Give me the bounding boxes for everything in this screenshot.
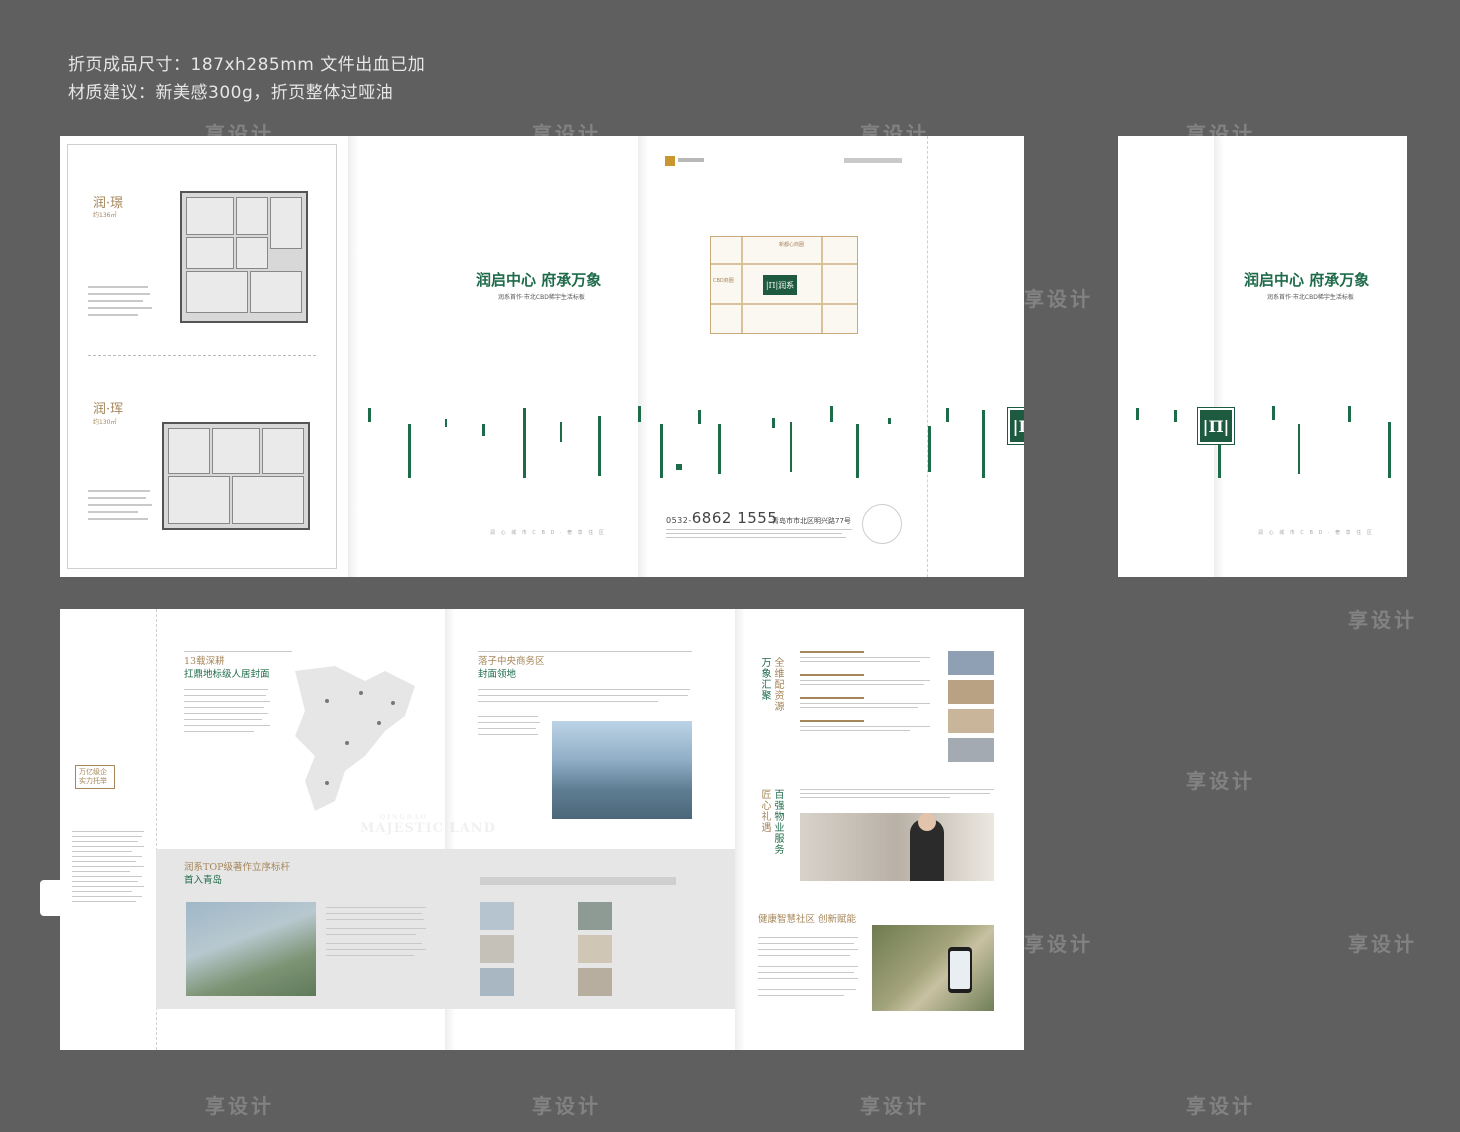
phone-number[interactable]: 0532-6862 1555 — [666, 509, 777, 527]
project-render-photo — [186, 902, 316, 996]
inside-spread: 万亿级企 实力托举 13载深耕 扛鼎地标级人居封面 QINGDAO MAJESTI… — [60, 609, 1024, 1050]
spec-material-line: 材质建议：新美感300g，折页整体过哑油 — [68, 83, 394, 103]
corporate-tag: 万亿级企 实力托举 — [75, 765, 115, 789]
cover-closed-logo: |П| — [1198, 408, 1234, 444]
cover-footer: 润 心 城 市 C B D · 奢 享 住 区 — [490, 530, 606, 536]
floorplan-2 — [162, 422, 310, 530]
plan2-area: 约130㎡ — [93, 419, 117, 426]
map-left-label: CBD商圈 — [713, 278, 734, 284]
cover-closed-subtitle: 润系首作·市北CBD稀宇生活标板 — [1267, 294, 1354, 301]
qingdao-map — [295, 666, 415, 811]
cover-title: 润启中心 府承万象 — [476, 271, 602, 289]
cover-closed: 润启中心 府承万象 润系首作·市北CBD稀宇生活标板 润 心 城 市 C B D… — [1118, 136, 1407, 577]
section6-title: 健康智慧社区 创新赋能 — [758, 914, 857, 925]
map-top-label: 新都心商圈 — [779, 242, 805, 248]
brand-logo-left — [665, 156, 675, 166]
cover-closed-stripes — [1118, 404, 1407, 478]
section2-title: 落子中央商务区 封面领地 — [478, 656, 545, 680]
section1-title: 13载深耕 扛鼎地标级人居封面 — [184, 656, 270, 680]
folding-tab — [40, 880, 62, 916]
seal-circle — [862, 504, 902, 544]
brand-logo-tab: |П| — [1008, 408, 1024, 444]
section3-title: 润系TOP级著作立序标杆 首入青岛 — [184, 862, 291, 886]
brand-stripe-band — [360, 404, 1010, 478]
location-map: |П|润系 CBD商圈 新都心商圈 — [710, 236, 858, 334]
section4-vert-b: 全维配资源 — [772, 657, 783, 712]
address: 青岛市市北区明兴路77号 — [772, 517, 851, 525]
outside-spread: 润·璟 约136㎡ 润·珲 约130㎡ 润启中心 府承万象 润系首作·市北CBD… — [60, 136, 1024, 577]
section5-vert-b: 百强物业服务 — [772, 789, 783, 855]
plan1-title: 润·璟 — [93, 196, 124, 211]
city-aerial-photo — [552, 721, 692, 819]
smart-community-photo — [872, 925, 994, 1011]
plan1-area: 约136㎡ — [93, 212, 117, 219]
service-staff-photo — [800, 813, 994, 881]
majestic-watermark: QINGDAO MAJESTIC LAND — [360, 814, 496, 836]
cover-subtitle: 润系首作·市北CBD稀宇生活标板 — [498, 294, 585, 301]
floorplan-1 — [180, 191, 308, 323]
cover-closed-footer: 润 心 城 市 C B D · 奢 享 住 区 — [1258, 530, 1374, 536]
cover-closed-title: 润启中心 府承万象 — [1244, 271, 1370, 289]
map-center-marker: |П|润系 — [763, 275, 797, 295]
plan2-title: 润·珲 — [93, 402, 124, 417]
spec-size-line: 折页成品尺寸：187xh285mm 文件出血已加 — [68, 55, 426, 75]
